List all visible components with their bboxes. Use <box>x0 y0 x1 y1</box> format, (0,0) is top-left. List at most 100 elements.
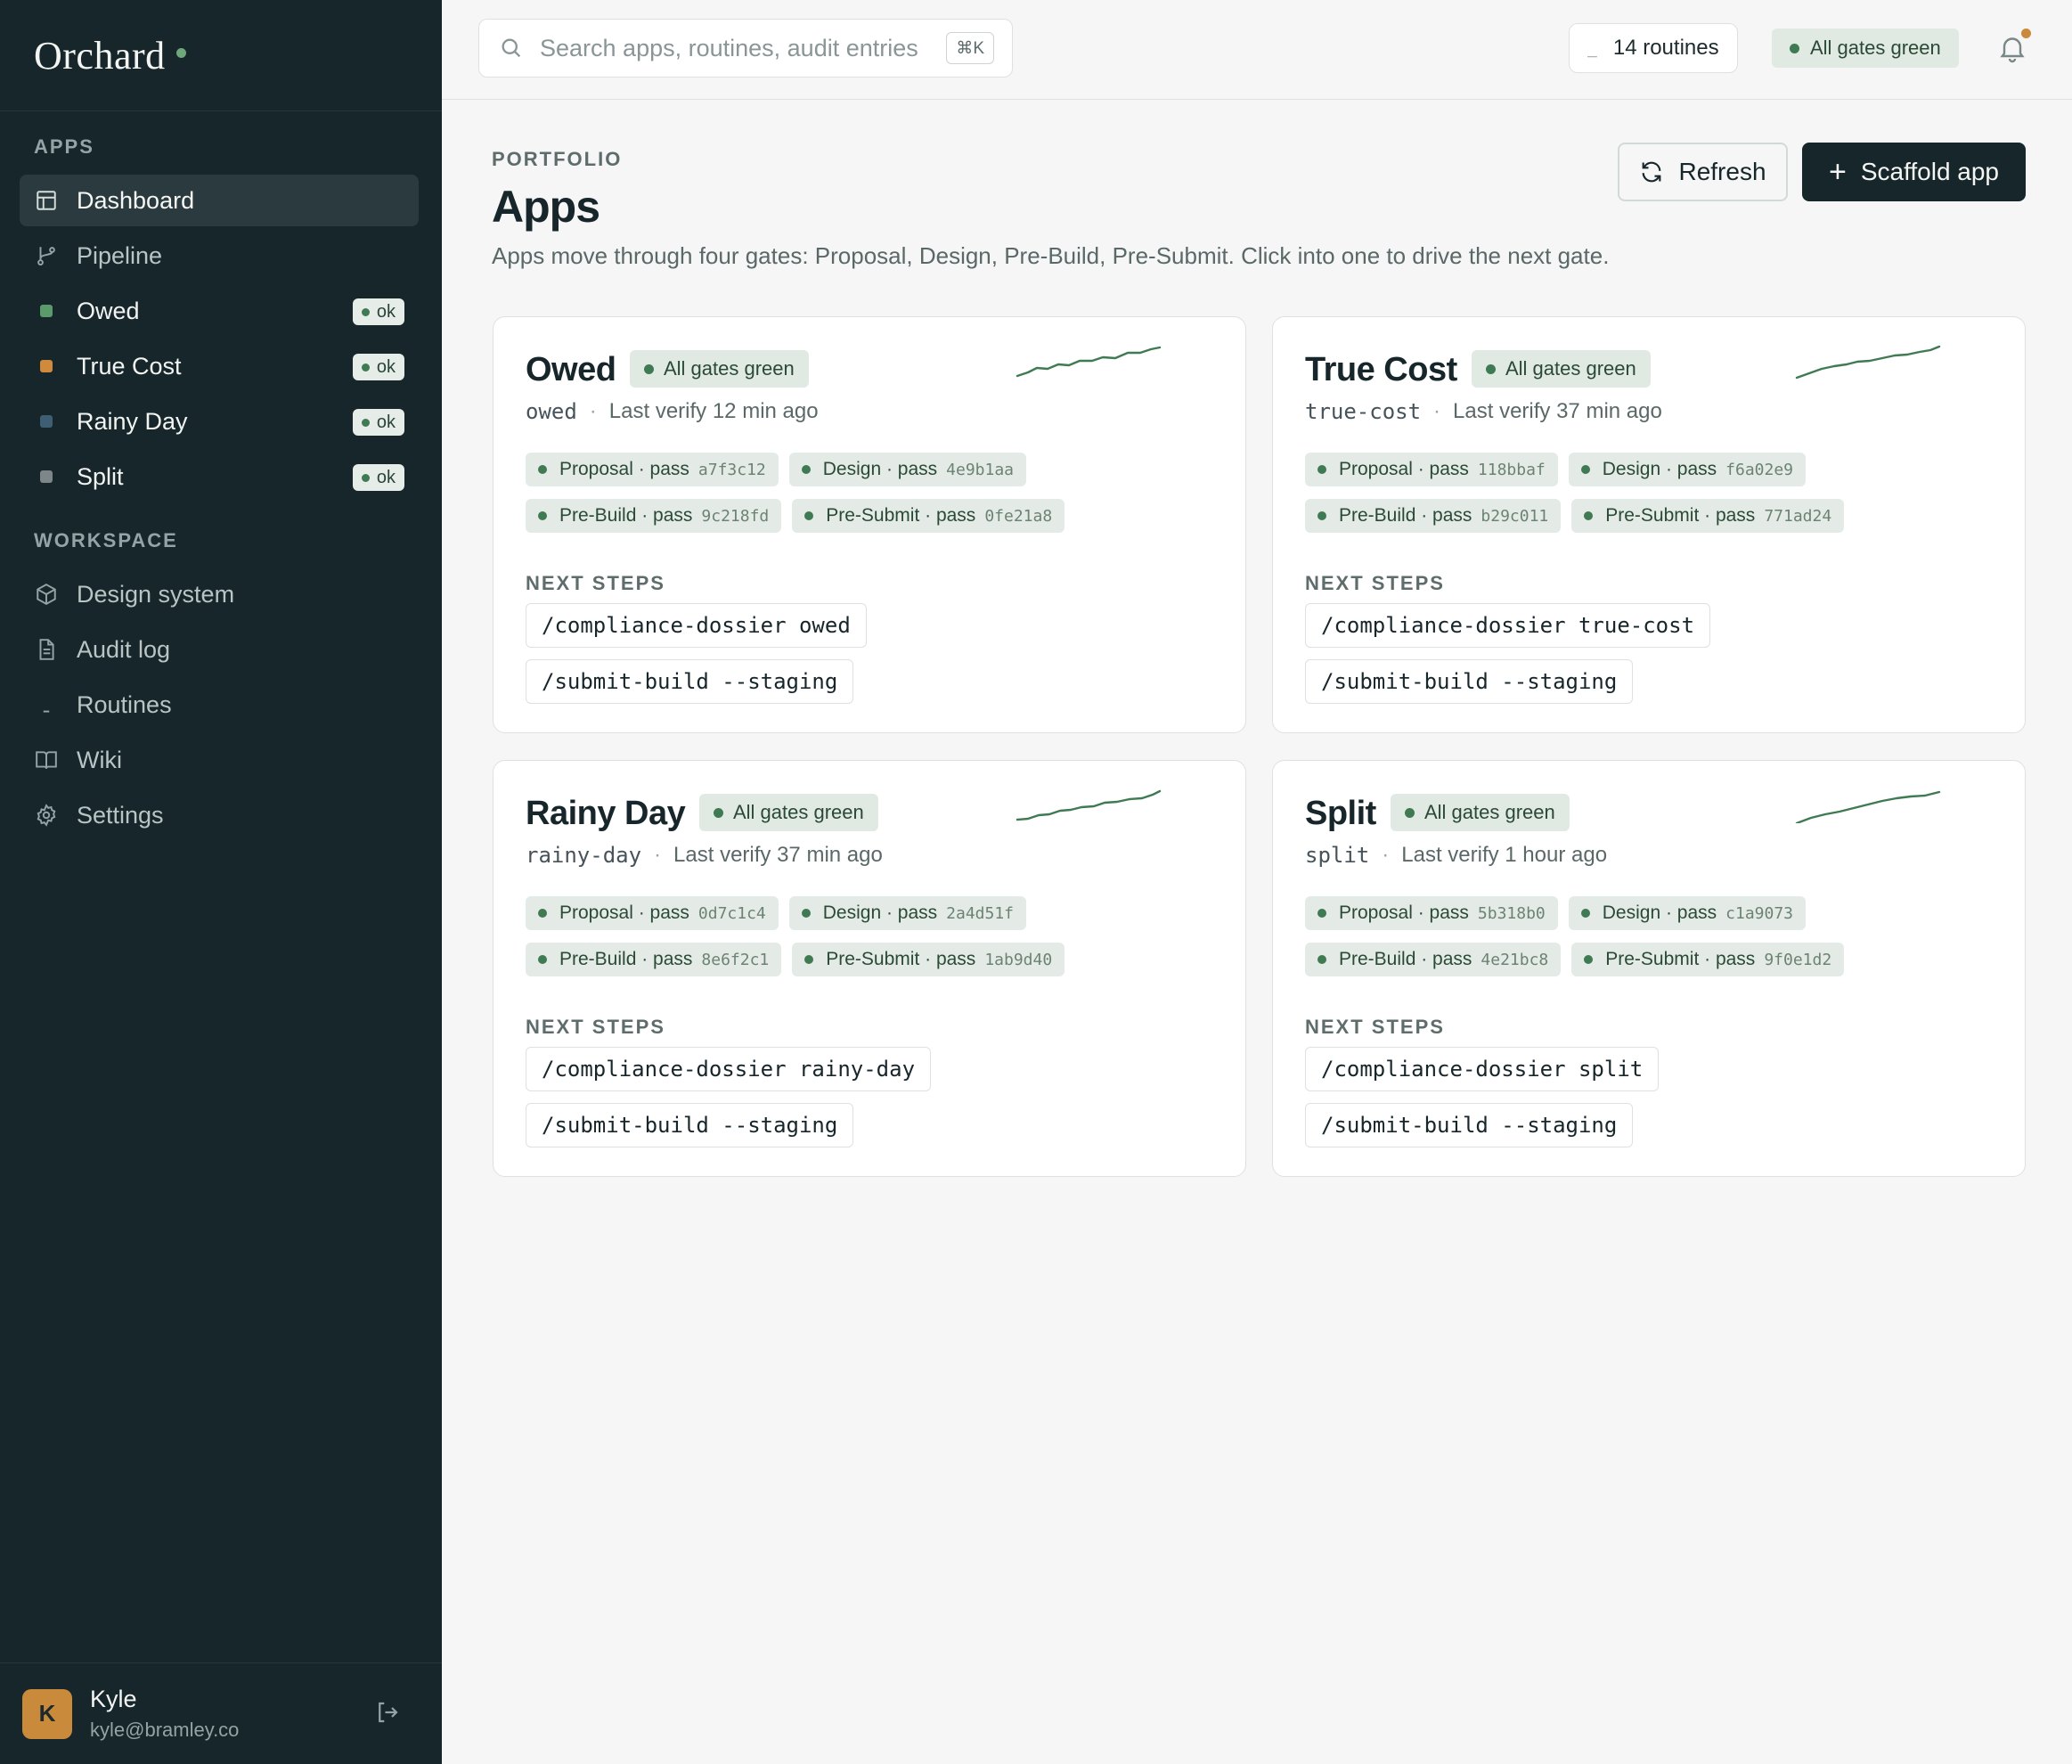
refresh-icon <box>1643 161 1661 183</box>
card-meta: owed · Last verify 12 min ago <box>526 399 819 424</box>
next-step-command[interactable]: /compliance-dossier true-cost <box>1305 603 1711 648</box>
commit-hash: 118bbaf <box>1477 460 1546 479</box>
sidebar-item-true-cost[interactable]: True Cost ok <box>20 340 419 392</box>
sidebar-item-settings[interactable]: Settings <box>20 789 419 841</box>
sidebar-item-dashboard[interactable]: Dashboard <box>20 175 419 226</box>
sparkline <box>1016 346 1162 378</box>
sidebar-item-rainy-day[interactable]: Rainy Day ok <box>20 396 419 447</box>
commit-hash: f6a02e9 <box>1725 460 1794 479</box>
commit-hash: a7f3c12 <box>697 460 766 479</box>
next-step-command[interactable]: /submit-build --staging <box>526 659 854 704</box>
gate-badge: Design · pass 4e9b1aa <box>788 453 1027 486</box>
brand-name: Orchard <box>34 33 166 78</box>
status-badge: All gates green <box>1472 350 1651 388</box>
apps-section-label: APPS <box>34 135 94 158</box>
card-meta: rainy-day · Last verify 37 min ago <box>526 843 883 868</box>
gate-list: Proposal · pass 0d7c1c4 Design · pass 2a… <box>526 896 1220 989</box>
app-slug: rainy-day <box>526 843 642 868</box>
workspace-section-label: WORKSPACE <box>34 529 178 551</box>
workspace-nav: Design system Audit log Routines Wiki Se… <box>20 568 419 845</box>
status-badge: ok <box>352 409 404 436</box>
scaffold-app-button[interactable]: + Scaffold app <box>1802 143 2026 201</box>
app-slug: true-cost <box>1305 399 1422 424</box>
status-badge: All gates green <box>630 350 809 388</box>
sidebar-item-label: Dashboard <box>77 186 195 214</box>
next-step-command[interactable]: /compliance-dossier split <box>1305 1047 1660 1091</box>
app-card-owed[interactable]: Owed All gates green owed · Last verify … <box>493 316 1246 733</box>
gate-list: Proposal · pass a7f3c12 Design · pass 4e… <box>526 453 1220 545</box>
apps-nav: Dashboard Pipeline Owed ok True Cost ok … <box>20 175 419 506</box>
sidebar-item-label: True Cost <box>77 352 182 380</box>
next-step-command[interactable]: /compliance-dossier owed <box>526 603 867 648</box>
user-profile: K Kyle kyle@bramley.co <box>0 1662 442 1764</box>
app-card-true-cost[interactable]: True Cost All gates green true-cost · La… <box>1272 316 2026 733</box>
sidebar-item-design-system[interactable]: Design system <box>20 568 419 620</box>
layout-icon <box>34 188 59 213</box>
keyboard-shortcut: ⌘K <box>946 32 994 64</box>
next-steps-label: NEXT STEPS <box>1305 572 1445 594</box>
sidebar-item-label: Owed <box>77 297 140 324</box>
routines-button[interactable]: _ 14 routines <box>1569 23 1738 73</box>
commit-hash: 9c218fd <box>701 506 770 526</box>
sparkline <box>1795 790 1941 823</box>
terminal-icon <box>34 692 59 717</box>
sidebar-item-label: Audit log <box>77 635 171 663</box>
app-card-rainy-day[interactable]: Rainy Day All gates green rainy-day · La… <box>493 760 1246 1177</box>
sidebar-item-label: Split <box>77 462 124 490</box>
sparkline <box>1016 789 1162 821</box>
next-step-command[interactable]: /submit-build --staging <box>526 1103 854 1147</box>
commit-hash: 0fe21a8 <box>984 506 1053 526</box>
notification-dot <box>2021 29 2031 38</box>
book-icon <box>34 747 59 772</box>
card-title: Split <box>1305 795 1376 832</box>
card-title: Owed <box>526 351 616 388</box>
commit-hash: 8e6f2c1 <box>701 950 770 969</box>
commit-hash: b29c011 <box>1481 506 1549 526</box>
page-title: Apps <box>492 182 600 232</box>
gear-icon <box>34 803 59 828</box>
topbar: Search apps, routines, audit entries ⌘K … <box>442 0 2072 100</box>
sidebar: Orchard APPS Dashboard Pipeline Owed ok … <box>0 0 442 1764</box>
search-input[interactable]: Search apps, routines, audit entries ⌘K <box>478 19 1013 78</box>
brand-status-dot <box>175 47 186 58</box>
gate-badge: Pre-Submit · pass 771ad24 <box>1571 499 1845 533</box>
gate-badge: Proposal · pass 5b318b0 <box>1305 896 1558 930</box>
avatar[interactable]: K <box>22 1688 72 1739</box>
sidebar-item-audit-log[interactable]: Audit log <box>20 624 419 675</box>
app-color-dot <box>40 470 53 483</box>
gate-badge: Proposal · pass 0d7c1c4 <box>526 896 779 930</box>
status-badge: All gates green <box>699 794 878 831</box>
sidebar-item-owed[interactable]: Owed ok <box>20 285 419 337</box>
sidebar-item-wiki[interactable]: Wiki <box>20 734 419 786</box>
commit-hash: 2a4d51f <box>946 903 1015 923</box>
commit-hash: 4e9b1aa <box>946 460 1015 479</box>
status-badge: ok <box>352 464 404 491</box>
next-step-command[interactable]: /submit-build --staging <box>1305 1103 1634 1147</box>
gate-badge: Design · pass c1a9073 <box>1568 896 1807 930</box>
sidebar-item-routines[interactable]: Routines <box>20 679 419 731</box>
commit-hash: 771ad24 <box>1764 506 1832 526</box>
commit-hash: 4e21bc8 <box>1481 950 1549 969</box>
commit-hash: 1ab9d40 <box>984 950 1053 969</box>
gate-list: Proposal · pass 118bbaf Design · pass f6… <box>1305 453 2000 545</box>
next-step-command[interactable]: /compliance-dossier rainy-day <box>526 1047 932 1091</box>
sidebar-item-pipeline[interactable]: Pipeline <box>20 230 419 282</box>
gate-badge: Pre-Build · pass 8e6f2c1 <box>526 943 782 976</box>
last-verify: Last verify 12 min ago <box>608 399 819 423</box>
last-verify: Last verify 37 min ago <box>673 843 883 867</box>
brand[interactable]: Orchard <box>0 0 442 111</box>
user-email: kyle@bramley.co <box>90 1719 240 1741</box>
next-steps-label: NEXT STEPS <box>1305 1016 1445 1038</box>
app-color-dot <box>40 415 53 428</box>
app-card-split[interactable]: Split All gates green split · Last verif… <box>1272 760 2026 1177</box>
next-step-command[interactable]: /submit-build --staging <box>1305 659 1634 704</box>
logout-icon[interactable] <box>374 1699 401 1726</box>
branch-icon <box>34 243 59 268</box>
search-placeholder: Search apps, routines, audit entries <box>540 34 918 61</box>
sidebar-item-label: Rainy Day <box>77 407 188 435</box>
page-eyebrow: PORTFOLIO <box>492 148 623 170</box>
refresh-button[interactable]: Refresh <box>1618 143 1788 201</box>
sidebar-item-split[interactable]: Split ok <box>20 451 419 502</box>
sparkline <box>1795 345 1941 380</box>
routines-count: 14 routines <box>1612 36 1719 60</box>
